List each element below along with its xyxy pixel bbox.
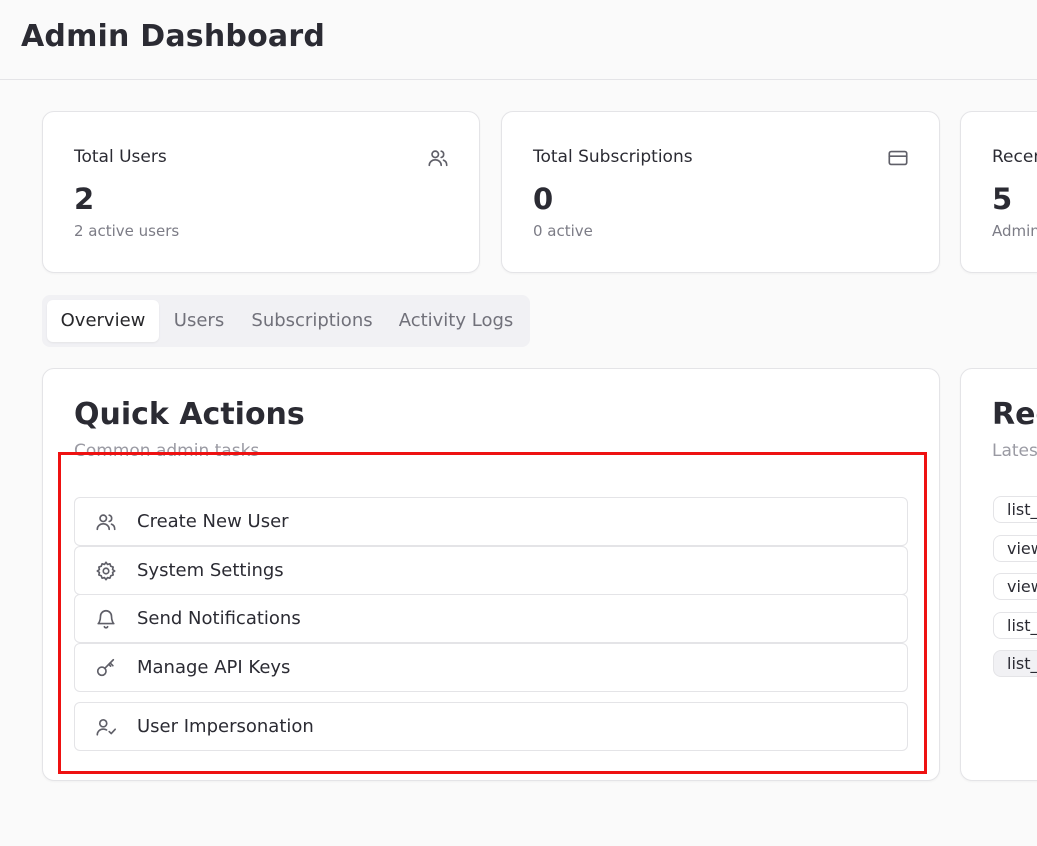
activity-badge: view <box>993 535 1037 562</box>
quick-actions-card: Quick Actions Common admin tasks Create … <box>42 368 940 781</box>
stat-value: 0 <box>533 182 554 216</box>
action-label: Manage API Keys <box>137 657 291 678</box>
stat-value: 2 <box>74 182 95 216</box>
page-title: Admin Dashboard <box>21 19 325 54</box>
stat-card-recent: Recen 5 Admin <box>960 111 1037 273</box>
tab-overview[interactable]: Overview <box>47 300 159 342</box>
quick-actions-title: Quick Actions <box>74 397 305 432</box>
user-impersonation-button[interactable]: User Impersonation <box>74 702 908 751</box>
stat-subtext: Admin <box>992 222 1037 240</box>
activity-badge: list_ <box>993 496 1037 523</box>
system-settings-button[interactable]: System Settings <box>74 546 908 595</box>
stat-label: Total Subscriptions <box>533 147 693 167</box>
activity-badge: list_ <box>993 612 1037 639</box>
quick-actions-subtitle: Common admin tasks <box>74 441 260 461</box>
stat-card-total-users: Total Users 2 2 active users <box>42 111 480 273</box>
recent-activity-card: Rec Lates list_ view view list_ list_ <box>960 368 1037 781</box>
tab-users[interactable]: Users <box>164 300 234 342</box>
stat-card-total-subscriptions: Total Subscriptions 0 0 active <box>501 111 940 273</box>
activity-badge: view <box>993 573 1037 600</box>
stat-subtext: 2 active users <box>74 222 180 240</box>
recent-activity-subtitle: Lates <box>992 441 1037 461</box>
tab-activity-logs[interactable]: Activity Logs <box>392 300 520 342</box>
action-label: Send Notifications <box>137 608 301 629</box>
key-icon <box>96 658 115 677</box>
users-icon <box>428 150 448 167</box>
stat-label: Recen <box>992 147 1037 167</box>
users-icon <box>96 514 116 531</box>
action-label: User Impersonation <box>137 716 314 737</box>
user-check-icon <box>96 719 116 736</box>
bell-icon <box>97 610 115 629</box>
tab-subscriptions[interactable]: Subscriptions <box>245 300 379 342</box>
credit-card-icon <box>888 150 908 166</box>
gear-icon <box>96 561 116 581</box>
send-notifications-button[interactable]: Send Notifications <box>74 594 908 643</box>
tab-bar: Overview Users Subscriptions Activity Lo… <box>42 295 530 347</box>
action-label: System Settings <box>137 560 284 581</box>
action-label: Create New User <box>137 511 289 532</box>
manage-api-keys-button[interactable]: Manage API Keys <box>74 643 908 692</box>
header-bar: Admin Dashboard <box>0 0 1037 80</box>
stat-value: 5 <box>992 182 1013 216</box>
activity-badge: list_ <box>993 650 1037 677</box>
stat-subtext: 0 active <box>533 222 593 240</box>
recent-activity-title: Rec <box>992 397 1037 432</box>
create-new-user-button[interactable]: Create New User <box>74 497 908 546</box>
stat-label: Total Users <box>74 147 167 167</box>
